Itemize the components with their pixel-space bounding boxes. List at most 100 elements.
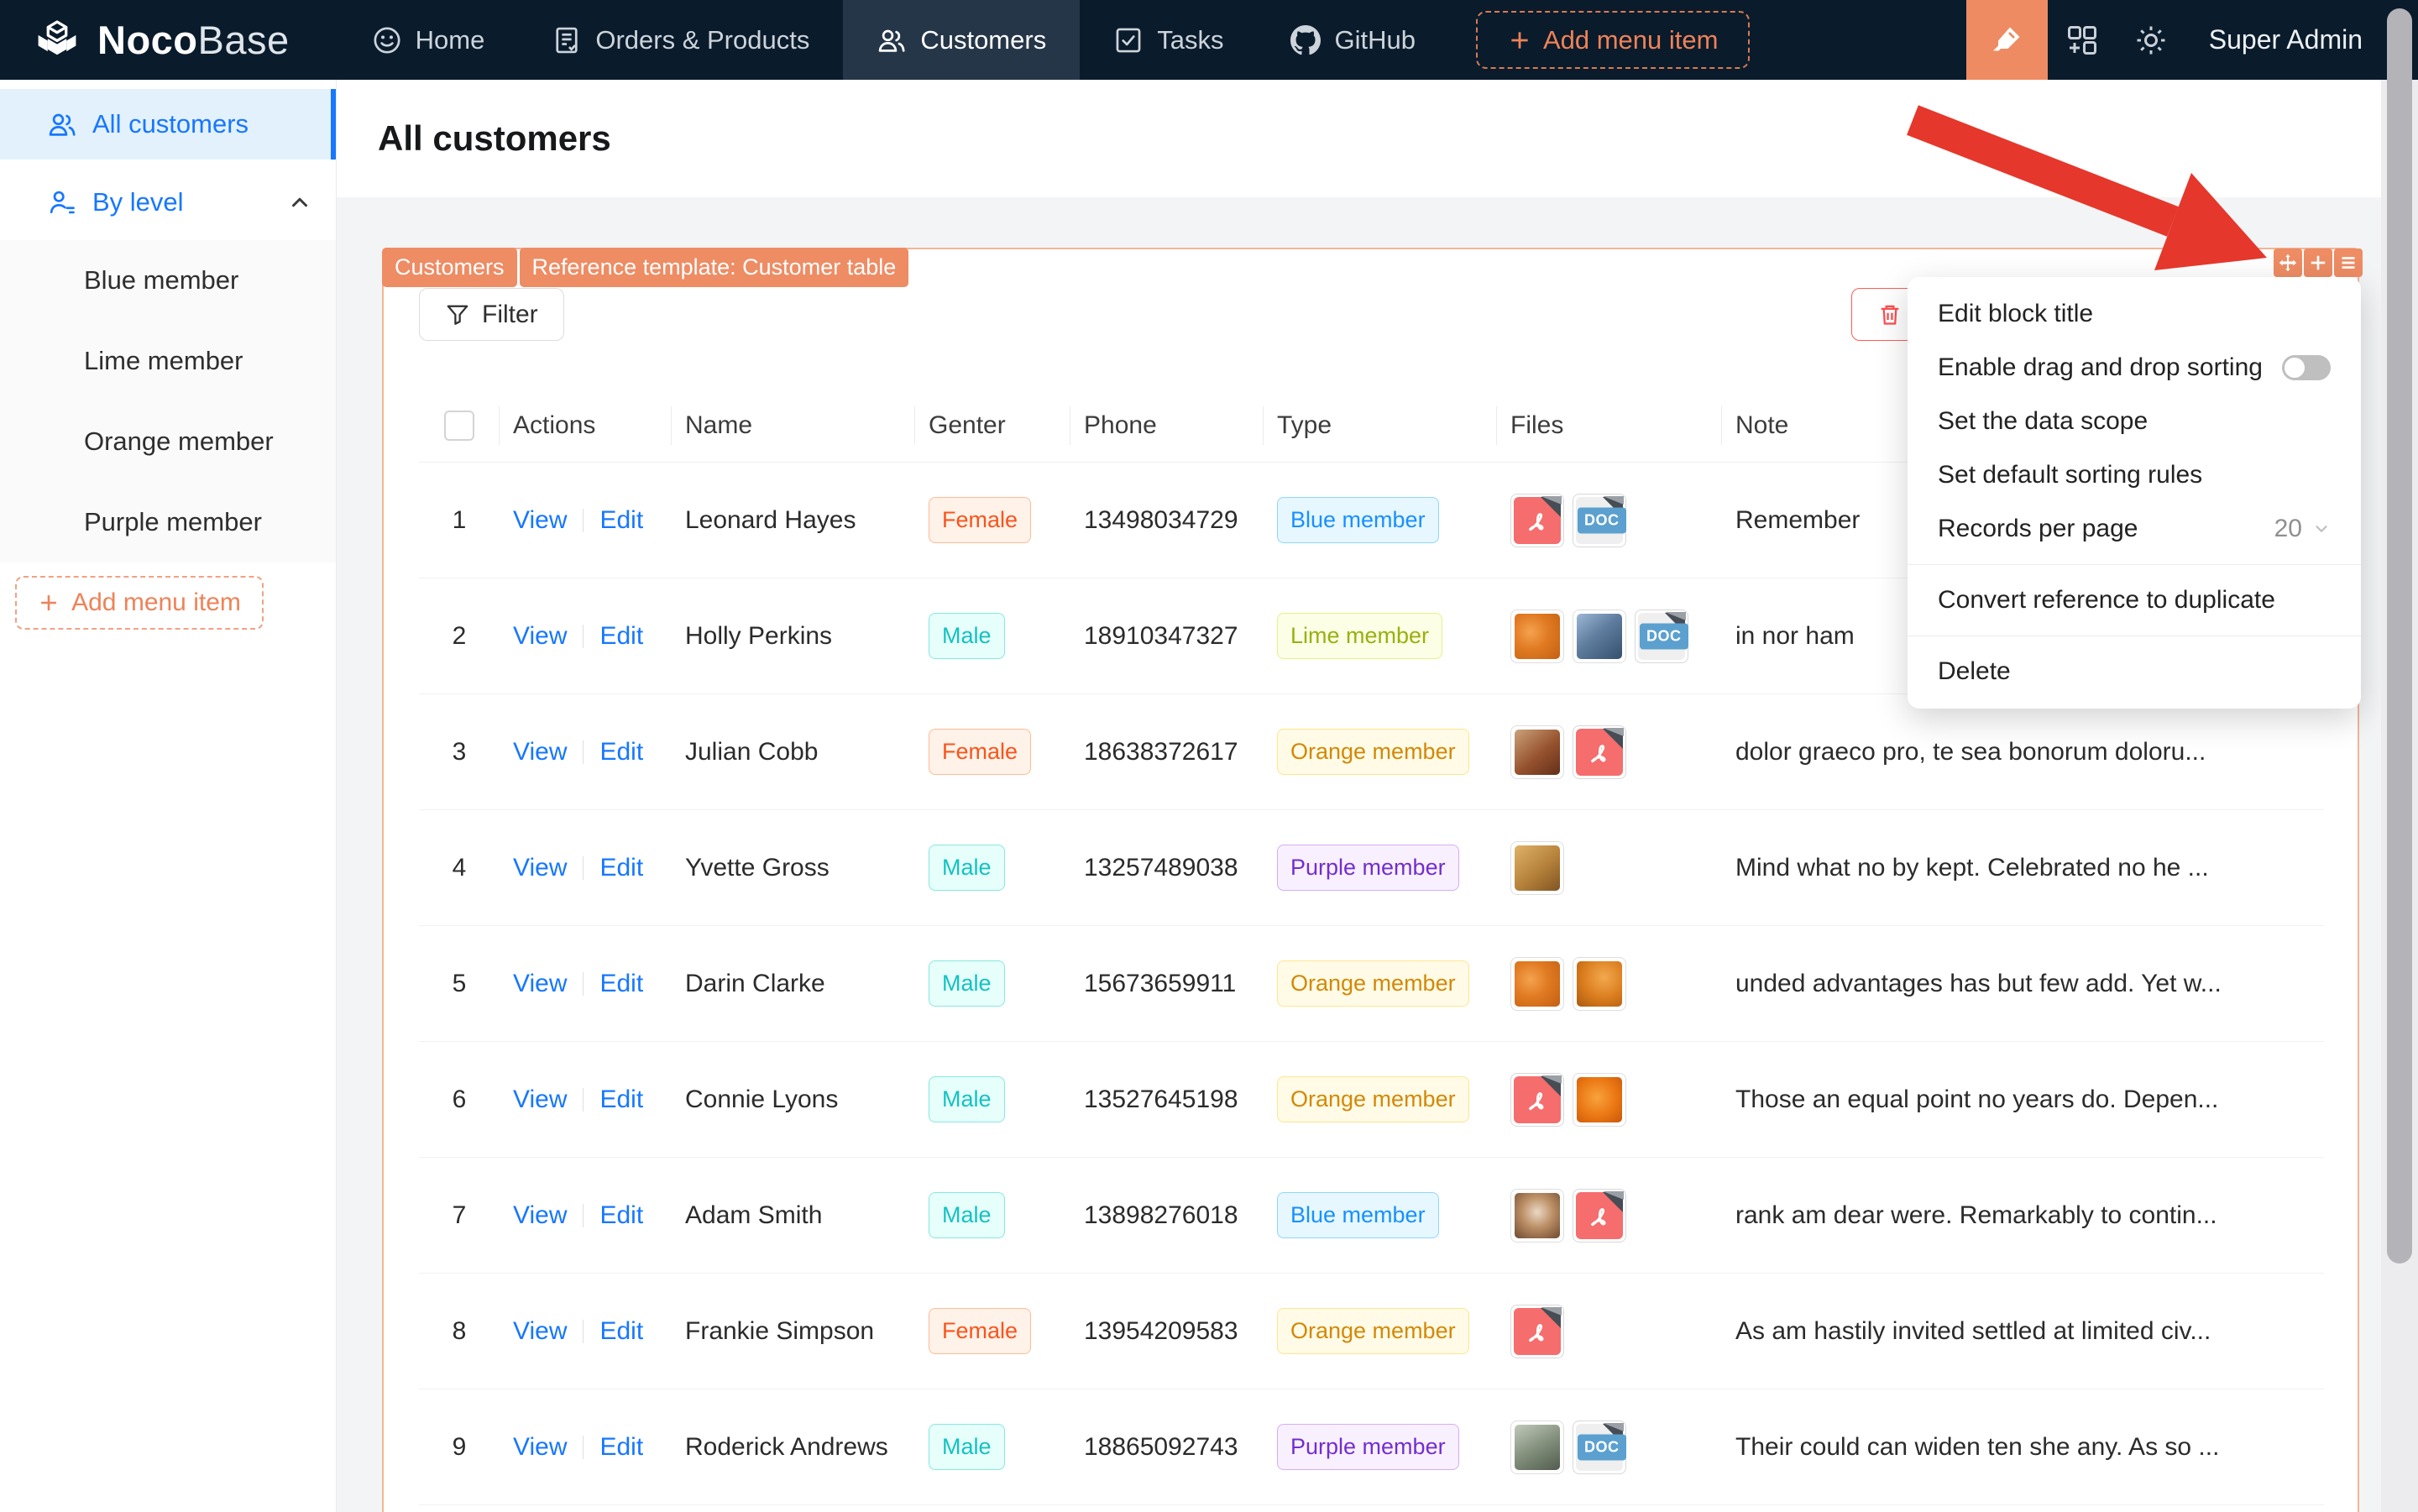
action-divider bbox=[583, 1203, 584, 1227]
phone-cell: 15673659911 bbox=[1084, 969, 1237, 997]
sidebar-item-orange-member[interactable]: Orange member bbox=[0, 401, 336, 482]
block-settings-menu-icon[interactable] bbox=[2334, 249, 2363, 277]
doc-file-icon[interactable]: DOC bbox=[1573, 1420, 1626, 1474]
image-thumbnail[interactable] bbox=[1510, 1188, 1564, 1243]
actions-cell: View Edit bbox=[500, 854, 672, 882]
image-thumbnail[interactable] bbox=[1510, 840, 1564, 895]
drag-handle-icon[interactable] bbox=[2274, 249, 2302, 277]
plugin-manager-button[interactable] bbox=[2048, 0, 2117, 80]
menu-item-set-the-data-scope[interactable]: Set the data scope bbox=[1908, 395, 2361, 448]
image-thumbnail[interactable] bbox=[1573, 956, 1626, 1011]
sidebar-item-blue-member[interactable]: Blue member bbox=[0, 240, 336, 321]
smile-icon bbox=[374, 26, 400, 54]
name-cell: Julian Cobb bbox=[685, 737, 819, 766]
sidebar-item-all-customers[interactable]: All customers bbox=[0, 89, 336, 160]
menu-item-convert-reference-to-duplicate[interactable]: Convert reference to duplicate bbox=[1908, 573, 2361, 627]
col-genter: Genter bbox=[915, 390, 1070, 462]
view-link[interactable]: View bbox=[513, 1086, 567, 1114]
trash-icon bbox=[1881, 305, 1898, 325]
edit-link[interactable]: Edit bbox=[599, 1317, 643, 1346]
row-number: 4 bbox=[452, 853, 467, 882]
name-cell: Roderick Andrews bbox=[685, 1432, 888, 1461]
sidebar-submenu: Blue member Lime member Orange member Purpl… bbox=[0, 240, 336, 562]
edit-link[interactable]: Edit bbox=[599, 854, 643, 882]
nav-item-customers[interactable]: Customers bbox=[843, 0, 1081, 80]
view-link[interactable]: View bbox=[513, 1433, 567, 1462]
note-cell: Those an equal point no years do. Depen.… bbox=[1735, 1085, 2219, 1113]
nav-item-tasks[interactable]: Tasks bbox=[1080, 0, 1257, 80]
nav-item-orders-products[interactable]: Orders & Products bbox=[518, 0, 843, 80]
view-link[interactable]: View bbox=[513, 1317, 567, 1346]
note-cell: Their could can widen ten she any. As so… bbox=[1735, 1432, 2220, 1461]
view-link[interactable]: View bbox=[513, 854, 567, 882]
sidebar-add-menu-item-button[interactable]: Add menu item bbox=[15, 576, 264, 630]
drag-sort-toggle[interactable] bbox=[2282, 355, 2331, 380]
records-per-page-select[interactable]: 20 bbox=[2274, 515, 2331, 543]
top-navbar: NocoBase Home Orders & Products Customers T… bbox=[0, 0, 2418, 80]
edit-link[interactable]: Edit bbox=[599, 1086, 643, 1114]
table-row: 6 View Edit Connie Lyons Male 13527645198 Oran… bbox=[419, 1042, 2324, 1158]
ui-editor-button[interactable] bbox=[1965, 0, 2048, 80]
image-thumbnail[interactable] bbox=[1510, 956, 1564, 1011]
pdf-file-icon[interactable] bbox=[1510, 1304, 1564, 1358]
pdf-file-icon[interactable] bbox=[1573, 1188, 1626, 1243]
doc-file-icon[interactable]: DOC bbox=[1573, 493, 1626, 547]
scrollbar-thumb[interactable] bbox=[2387, 8, 2412, 1263]
note-cell: As am hastily invited settled at limited… bbox=[1735, 1316, 2211, 1345]
add-block-icon[interactable] bbox=[2304, 249, 2332, 277]
sidebar-item-label: All customers bbox=[92, 109, 249, 139]
edit-link[interactable]: Edit bbox=[599, 1201, 643, 1230]
view-link[interactable]: View bbox=[513, 506, 567, 535]
phone-cell: 18865092743 bbox=[1084, 1432, 1238, 1461]
sidebar-item-lime-member[interactable]: Lime member bbox=[0, 321, 336, 401]
type-cell: Blue member bbox=[1264, 1192, 1497, 1238]
view-link[interactable]: View bbox=[513, 970, 567, 998]
nav-item-github[interactable]: GitHub bbox=[1257, 0, 1448, 80]
image-thumbnail[interactable] bbox=[1573, 609, 1626, 663]
user-menu[interactable]: Super Admin bbox=[2185, 0, 2418, 80]
plugin-grid-icon bbox=[2067, 25, 2096, 55]
gender-tag: Male bbox=[929, 960, 1005, 1007]
menu-item-edit-block-title[interactable]: Edit block title bbox=[1908, 287, 2361, 341]
doc-file-icon[interactable]: DOC bbox=[1635, 609, 1688, 663]
actions-cell: View Edit bbox=[500, 1317, 672, 1346]
image-thumbnail[interactable] bbox=[1510, 725, 1564, 779]
menu-item-records-per-page[interactable]: Records per page 20 bbox=[1908, 502, 2361, 556]
action-divider bbox=[583, 1435, 584, 1459]
view-link[interactable]: View bbox=[513, 1201, 567, 1230]
pdf-file-icon[interactable] bbox=[1510, 493, 1564, 547]
image-thumbnail[interactable] bbox=[1510, 1420, 1564, 1474]
menu-divider bbox=[1908, 564, 2361, 565]
menu-item-enable-drag-and-drop-sorting[interactable]: Enable drag and drop sorting bbox=[1908, 341, 2361, 395]
gender-tag: Male bbox=[929, 845, 1005, 891]
image-thumbnail[interactable] bbox=[1573, 1072, 1626, 1127]
nocobase-logo[interactable]: NocoBase bbox=[0, 0, 338, 80]
settings-button[interactable] bbox=[2117, 0, 2185, 80]
nocobase-logo-icon bbox=[34, 17, 81, 64]
sidebar-add-menu-item-label: Add menu item bbox=[71, 589, 241, 616]
sidebar-item-purple-member[interactable]: Purple member bbox=[0, 482, 336, 562]
edit-link[interactable]: Edit bbox=[599, 1433, 643, 1462]
menu-item-delete[interactable]: Delete bbox=[1908, 645, 2361, 698]
edit-link[interactable]: Edit bbox=[599, 622, 643, 651]
view-link[interactable]: View bbox=[513, 622, 567, 651]
pdf-file-icon[interactable] bbox=[1510, 1072, 1564, 1127]
edit-link[interactable]: Edit bbox=[599, 738, 643, 766]
row-number: 7 bbox=[452, 1201, 467, 1229]
type-cell: Purple member bbox=[1264, 1424, 1497, 1470]
edit-link[interactable]: Edit bbox=[599, 506, 643, 535]
person-level-icon bbox=[50, 191, 75, 214]
view-link[interactable]: View bbox=[513, 738, 567, 766]
pdf-file-icon[interactable] bbox=[1573, 725, 1626, 779]
edit-link[interactable]: Edit bbox=[599, 970, 643, 998]
filter-button[interactable]: Filter bbox=[419, 288, 564, 341]
pdf-glyph bbox=[1590, 1207, 1606, 1226]
nav-item-home[interactable]: Home bbox=[338, 0, 519, 80]
image-thumbnail[interactable] bbox=[1510, 609, 1564, 663]
gender-cell: Female bbox=[915, 1308, 1070, 1354]
select-all-checkbox[interactable] bbox=[444, 411, 474, 441]
menu-item-set-default-sorting-rules[interactable]: Set default sorting rules bbox=[1908, 448, 2361, 502]
chevron-up-icon[interactable] bbox=[287, 190, 312, 215]
nav-add-menu-item-button[interactable]: Add menu item bbox=[1475, 11, 1751, 69]
sidebar-group-by-level[interactable]: By level bbox=[0, 165, 336, 240]
